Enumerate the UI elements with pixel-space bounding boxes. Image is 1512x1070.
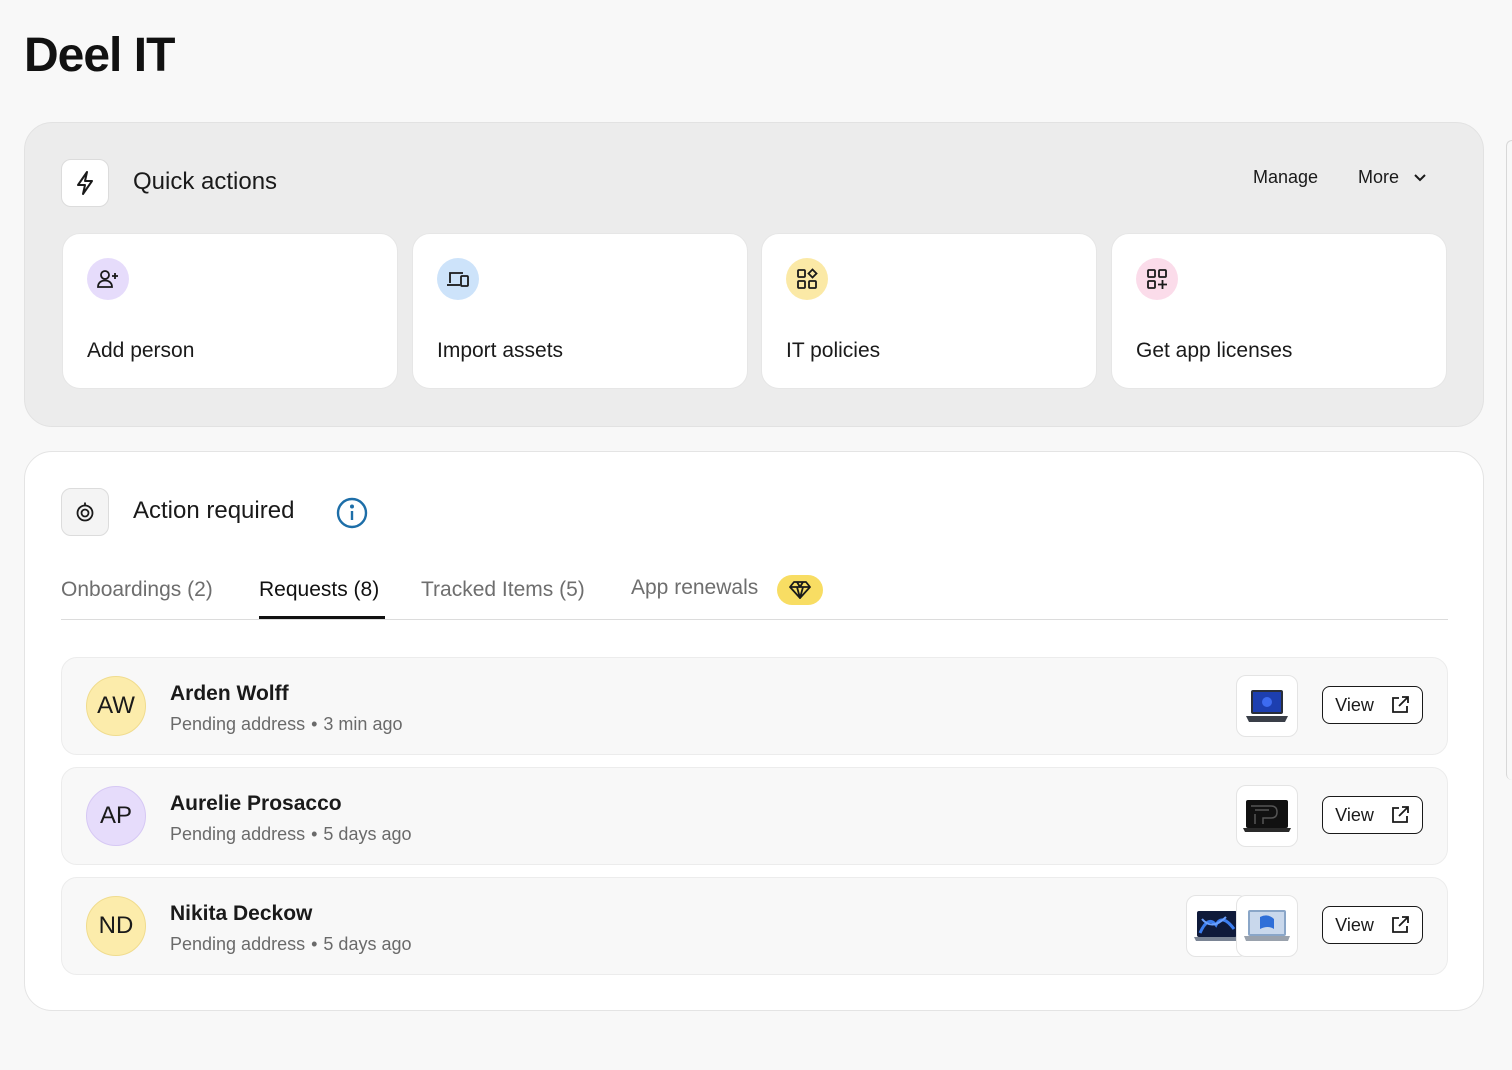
chevron-down-icon (1414, 173, 1426, 181)
request-status-line: Pending address • 5 days ago (170, 824, 412, 844)
manage-button[interactable]: Manage (1253, 167, 1318, 188)
tab-app-renewals[interactable]: App renewals (631, 576, 758, 600)
card-label: Add person (87, 339, 195, 362)
view-button[interactable]: View (1322, 686, 1423, 724)
view-label: View (1335, 914, 1374, 935)
request-row: AW Arden Wolff Pending address • 3 min ago… (61, 657, 1448, 755)
view-label: View (1335, 804, 1374, 825)
request-row: ND Nikita Deckow Pending address • 5 days … (61, 877, 1448, 975)
info-icon[interactable] (335, 496, 369, 535)
alarm-icon (61, 488, 109, 536)
view-button[interactable]: View (1322, 906, 1423, 944)
avatar: ND (86, 896, 146, 956)
request-time: 3 min ago (323, 714, 403, 734)
quick-actions-panel: Quick actions Manage More Add person Imp… (24, 122, 1484, 427)
import-assets-card[interactable]: Import assets (412, 233, 748, 389)
page-title: Deel IT (24, 29, 175, 82)
tab-tracked-items[interactable]: Tracked Items (5) (421, 578, 585, 602)
request-status: Pending address (170, 714, 306, 734)
view-button[interactable]: View (1322, 796, 1423, 834)
view-label: View (1335, 694, 1374, 715)
laptop-thumbnail (1236, 675, 1298, 737)
request-time: 5 days ago (323, 934, 412, 954)
more-label: More (1358, 167, 1400, 187)
lightning-icon (61, 159, 109, 207)
external-link-icon (1391, 916, 1409, 933)
laptop-thumbnail (1236, 895, 1298, 957)
active-tab-indicator (259, 616, 385, 619)
get-app-licenses-card[interactable]: Get app licenses (1111, 233, 1447, 389)
laptop-thumbnail (1236, 785, 1298, 847)
apps-shapes-icon (786, 258, 828, 300)
request-row: AP Aurelie Prosacco Pending address • 5 da… (61, 767, 1448, 865)
tab-bar: Onboardings (2) Requests (8) Tracked Ite… (61, 562, 1448, 620)
request-status: Pending address (170, 824, 306, 844)
more-dropdown[interactable]: More (1358, 167, 1427, 188)
card-label: IT policies (786, 339, 881, 362)
request-status: Pending address (170, 934, 306, 954)
action-required-title: Action required (133, 497, 295, 524)
request-name: Arden Wolff (170, 682, 289, 705)
add-person-card[interactable]: Add person (62, 233, 398, 389)
request-time: 5 days ago (323, 824, 412, 844)
it-policies-card[interactable]: IT policies (761, 233, 1097, 389)
action-required-panel: Action required Onboardings (2) Requests… (24, 451, 1484, 1011)
devices-icon (437, 258, 479, 300)
tab-onboardings[interactable]: Onboardings (2) (61, 578, 213, 602)
request-name: Nikita Deckow (170, 902, 313, 925)
grid-plus-icon (1136, 258, 1178, 300)
avatar: AP (86, 786, 146, 846)
tab-requests[interactable]: Requests (8) (259, 578, 379, 602)
adjacent-panel-edge (1506, 140, 1512, 780)
avatar: AW (86, 676, 146, 736)
user-plus-icon (87, 258, 129, 300)
card-label: Get app licenses (1136, 339, 1293, 362)
request-status-line: Pending address • 3 min ago (170, 714, 403, 734)
request-status-line: Pending address • 5 days ago (170, 934, 412, 954)
diamond-icon (777, 575, 823, 605)
external-link-icon (1391, 806, 1409, 823)
external-link-icon (1391, 696, 1409, 713)
request-name: Aurelie Prosacco (170, 792, 342, 815)
card-label: Import assets (437, 339, 564, 362)
quick-actions-title: Quick actions (133, 168, 278, 195)
